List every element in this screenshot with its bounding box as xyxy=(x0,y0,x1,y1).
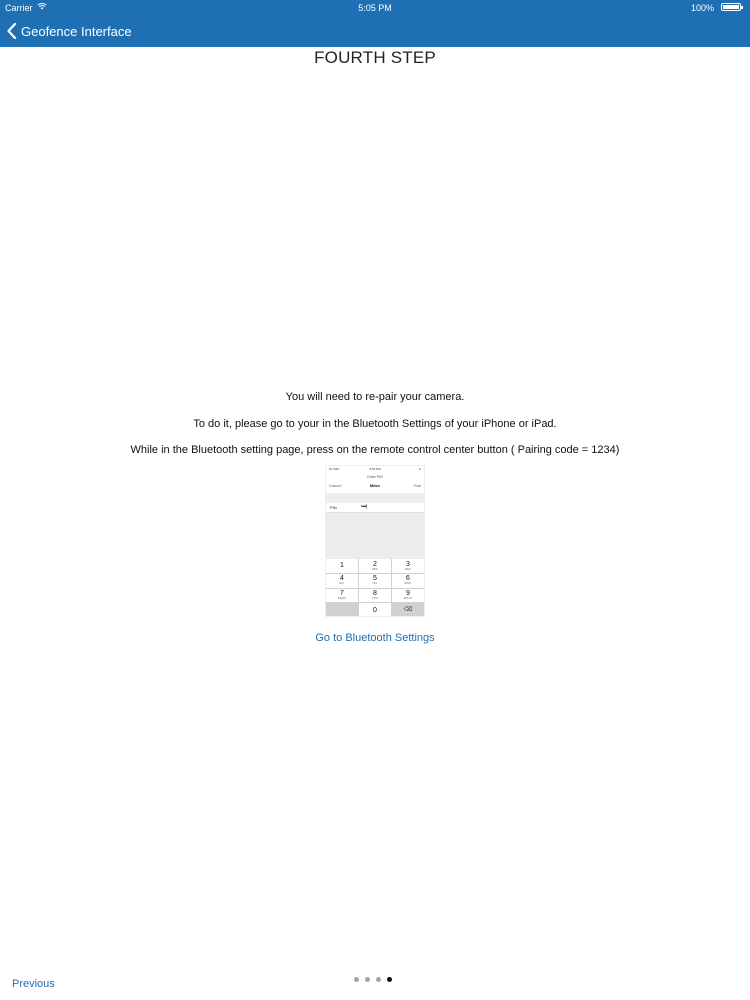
page-dot-2[interactable] xyxy=(365,977,370,982)
phone-key: 0 xyxy=(359,603,391,616)
status-time: 5:05 PM xyxy=(358,3,392,13)
instruction-line-3: While in the Bluetooth setting page, pre… xyxy=(130,444,620,456)
phone-key: 2 ABC xyxy=(359,559,391,573)
navigation-bar: Carrier 5:05 PM 100% Geofence Interface xyxy=(0,0,750,47)
phone-key: 3 DEF xyxy=(392,559,424,573)
battery-icon xyxy=(721,3,743,11)
page-title: FOURTH STEP xyxy=(314,48,436,67)
instruction-line-1: You will need to re-pair your camera. xyxy=(285,391,465,403)
battery-percent: 100% xyxy=(690,3,714,13)
previous-button[interactable]: Previous xyxy=(12,978,55,990)
phone-key: 7 PQRS xyxy=(326,588,358,603)
phone-key: 4 GHI xyxy=(326,573,358,588)
phone-device-name: Mitec xyxy=(369,483,381,488)
chevron-left-icon xyxy=(7,23,17,39)
phone-bluetooth-icon: ∗ xyxy=(418,467,421,471)
phone-key-blank xyxy=(326,603,358,616)
phone-separator xyxy=(326,493,424,503)
phone-pin-field: PIN ••••| xyxy=(326,503,424,513)
backspace-icon: ⌫ xyxy=(403,607,413,614)
phone-key: 5 JKL xyxy=(359,573,391,588)
page-dot-1[interactable] xyxy=(354,977,359,982)
phone-key: 8 TUV xyxy=(359,588,391,603)
phone-prompt: Enter PIN xyxy=(367,475,383,479)
phone-pin-label: PIN xyxy=(330,505,337,510)
phone-blank-area xyxy=(326,513,424,559)
phone-nav: Cancel Mitec Pair xyxy=(326,483,424,493)
phone-pair: Pair xyxy=(413,483,421,488)
page-dot-4-active[interactable] xyxy=(387,977,392,982)
page-dot-3[interactable] xyxy=(376,977,381,982)
phone-pin-value: ••••| xyxy=(361,504,367,510)
back-label: Geofence Interface xyxy=(21,23,132,39)
phone-key: 9 WXYZ xyxy=(392,588,424,603)
instruction-line-2: To do it, please go to your in the Bluet… xyxy=(193,418,557,430)
phone-key: 1 xyxy=(326,559,358,573)
back-button[interactable]: Geofence Interface xyxy=(6,20,132,42)
page-indicator[interactable] xyxy=(354,977,392,982)
pairing-screenshot: No SIM 5:56 PM ∗ Enter PIN Cancel Mitec … xyxy=(325,465,425,617)
phone-keypad: 1 2 ABC 3 DEF 4 GHI 5 JKL 6 MNO 7 PQRS 8 TUV 9W… xyxy=(326,559,424,616)
phone-key-delete: ⌫ xyxy=(392,603,424,616)
phone-key: 6 MNO xyxy=(392,573,424,588)
bluetooth-settings-link[interactable]: Go to Bluetooth Settings xyxy=(0,632,750,644)
phone-status-bar: No SIM 5:56 PM ∗ xyxy=(326,467,424,473)
phone-time: 5:56 PM xyxy=(369,467,381,471)
